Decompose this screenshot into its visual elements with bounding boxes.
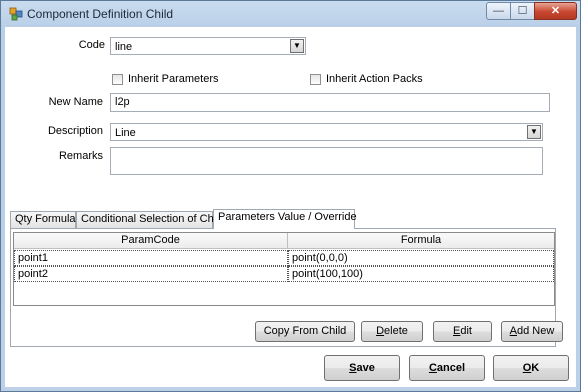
delete-button[interactable]: Delete bbox=[361, 321, 423, 342]
table-row-param[interactable]: point2 bbox=[14, 266, 288, 282]
minimize-icon[interactable]: — bbox=[486, 2, 511, 20]
save-button[interactable]: Save bbox=[324, 355, 400, 381]
maximize-icon[interactable]: ☐ bbox=[510, 2, 535, 20]
edit-label: dit bbox=[460, 325, 472, 337]
checkbox[interactable] bbox=[112, 73, 123, 85]
ok-mnemonic: O bbox=[522, 362, 532, 374]
tab-parameters-value-override[interactable]: Parameters Value / Override bbox=[213, 209, 357, 229]
cancel-button[interactable]: Cancel bbox=[409, 355, 485, 381]
tab-conditional-selection[interactable]: Conditional Selection of Child bbox=[76, 211, 225, 228]
dialog-window: Component Definition Child — ☐ ✕ Code li… bbox=[0, 0, 581, 392]
window-title: Component Definition Child bbox=[27, 7, 174, 21]
edit-button[interactable]: Edit bbox=[433, 321, 492, 342]
cancel-label: ancel bbox=[436, 362, 466, 374]
title-bar[interactable]: Component Definition Child — ☐ ✕ bbox=[1, 1, 580, 27]
delete-mnemonic: D bbox=[376, 325, 385, 337]
inherit-parameters-checkbox[interactable]: Inherit Parameters bbox=[112, 73, 218, 85]
dialog-body: Code line ▼ Inherit Parameters Inherit A… bbox=[5, 27, 576, 387]
add-new-label: dd New bbox=[517, 325, 555, 337]
code-dropdown[interactable]: line ▼ bbox=[110, 37, 306, 55]
inherit-parameters-label: Inherit Parameters bbox=[128, 73, 219, 85]
remarks-field[interactable] bbox=[110, 147, 543, 175]
checkbox[interactable] bbox=[310, 73, 321, 85]
parameters-grid[interactable]: ParamCode Formula point1 point(0,0,0) po… bbox=[13, 232, 555, 306]
new-name-field[interactable]: l2p bbox=[110, 93, 550, 112]
cancel-mnemonic: C bbox=[428, 362, 437, 374]
add-new-button[interactable]: Add New bbox=[501, 321, 563, 342]
app-icon bbox=[9, 7, 23, 21]
add-new-mnemonic: A bbox=[509, 325, 518, 337]
copy-from-child-button[interactable]: Copy From Child bbox=[255, 321, 355, 342]
remarks-label: Remarks bbox=[58, 150, 103, 162]
description-dropdown[interactable]: Line ▼ bbox=[110, 123, 543, 141]
save-label: ave bbox=[356, 362, 375, 374]
new-name-label: New Name bbox=[48, 96, 103, 108]
dropdown-arrow-icon[interactable]: ▼ bbox=[527, 125, 541, 139]
inherit-action-packs-label: Inherit Action Packs bbox=[326, 73, 423, 85]
description-label: Description bbox=[47, 125, 103, 137]
code-label: Code bbox=[78, 39, 105, 51]
inherit-action-packs-checkbox[interactable]: Inherit Action Packs bbox=[310, 73, 423, 85]
delete-label: elete bbox=[384, 325, 408, 337]
tab-qty-formula[interactable]: Qty Formula bbox=[10, 211, 76, 228]
code-value: line bbox=[115, 41, 133, 53]
table-row-formula[interactable]: point(0,0,0) bbox=[288, 250, 554, 266]
column-header-paramcode[interactable]: ParamCode bbox=[14, 233, 288, 249]
table-row-param[interactable]: point1 bbox=[14, 250, 288, 266]
column-header-formula[interactable]: Formula bbox=[288, 233, 554, 249]
table-row-formula[interactable]: point(100,100) bbox=[288, 266, 554, 282]
dropdown-arrow-icon[interactable]: ▼ bbox=[290, 39, 304, 53]
ok-label: K bbox=[531, 362, 540, 374]
description-value: Line bbox=[115, 127, 136, 139]
close-icon[interactable]: ✕ bbox=[534, 2, 577, 20]
ok-button[interactable]: OK bbox=[493, 355, 569, 381]
